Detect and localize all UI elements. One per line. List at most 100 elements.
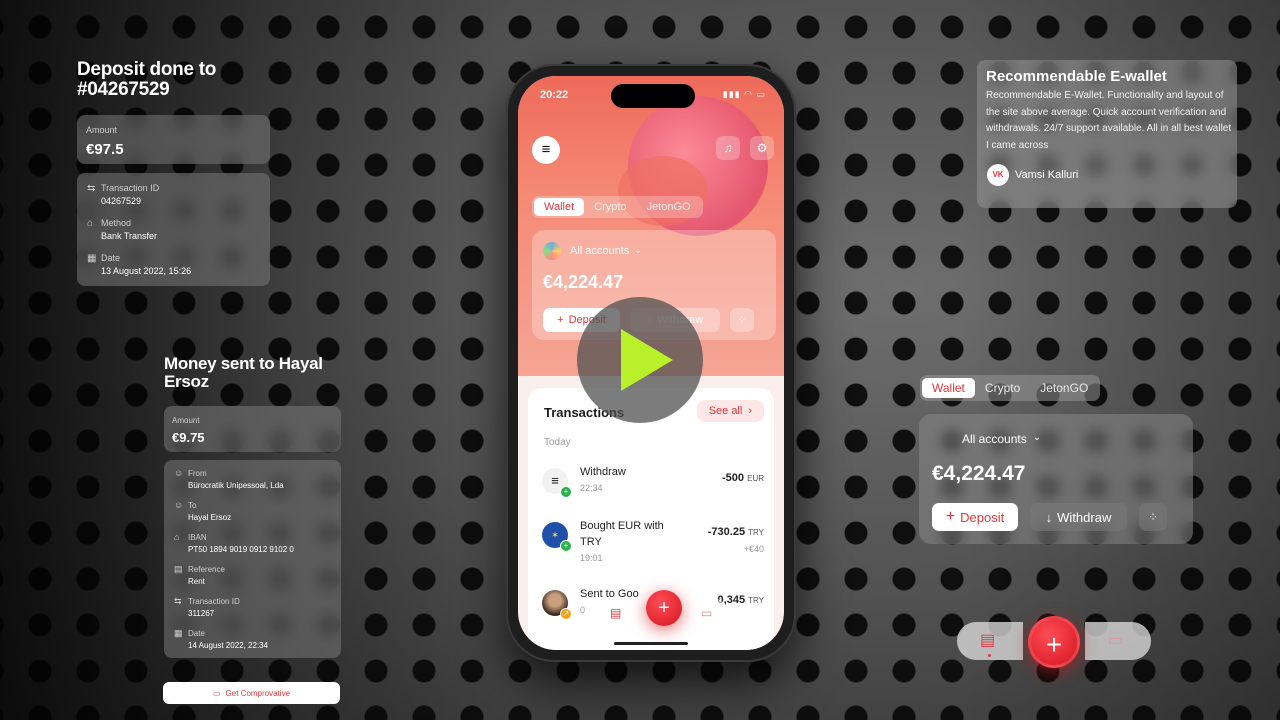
review-body: Recommendable E-Wallet. Functionality an… — [986, 90, 1232, 151]
status-icons: ▮▮▮ ◠ ▭ — [722, 89, 766, 99]
amount-value: €9.75 — [172, 430, 205, 445]
get-comprovative-label: Get Comprovative — [225, 688, 291, 698]
chevron-down-icon: ⌄ — [634, 245, 642, 255]
deposit-amount-card: Amount €97.5 — [77, 115, 270, 164]
scan-button[interactable]: ⁘ — [1139, 503, 1167, 531]
tab-wallet[interactable]: Wallet — [922, 378, 975, 398]
currency-code: TRY — [748, 528, 764, 537]
bell-icon[interactable]: ♫ — [716, 136, 740, 160]
avatar: VK — [987, 164, 1009, 186]
plus-icon: + — [658, 597, 670, 619]
transaction-time: 19:01 — [580, 553, 603, 563]
today-label: Today — [544, 437, 571, 448]
transaction-title: Bought EUR with TRY — [580, 520, 664, 548]
method-value: Bank Transfer — [101, 231, 158, 241]
user-icon: ☺ — [174, 468, 184, 478]
card-tab-icon[interactable]: ▭ — [1108, 630, 1123, 650]
card-tab-icon[interactable]: ▭ — [701, 606, 712, 620]
calendar-icon: ▦ — [174, 628, 183, 638]
floating-tabs: Wallet Crypto JetonGO — [920, 375, 1101, 401]
transaction-row[interactable]: ≡ + Withdraw 22:34 -500 EUR — [542, 464, 764, 514]
amount-value: -500 — [722, 472, 745, 484]
add-button[interactable]: + — [1028, 616, 1080, 668]
transaction-amount: -730.25 TRY +€40 — [708, 526, 764, 554]
tab-wallet[interactable]: Wallet — [534, 198, 585, 216]
play-icon — [621, 329, 673, 391]
accounts-globe-icon — [543, 242, 561, 260]
money-sent-amount-card: Amount €9.75 — [164, 406, 341, 452]
phone-tabs: Wallet Crypto JetonGO — [532, 196, 703, 218]
from-value: Bürocratik Unipessoal, Lda — [188, 481, 284, 490]
transaction-time: 22:34 — [580, 483, 603, 493]
reference-value: Rent — [188, 577, 205, 586]
play-button[interactable] — [577, 297, 703, 423]
chevron-down-icon: ⌄ — [1032, 432, 1042, 443]
chevron-right-icon: › — [748, 405, 752, 417]
accounts-label: All accounts — [962, 432, 1027, 446]
arrow-badge-icon: ↗ — [560, 608, 572, 620]
jeton-logo: ≡ — [532, 136, 560, 164]
scan-icon: ⁘ — [1147, 510, 1159, 524]
converted-amount: +€40 — [743, 544, 764, 554]
reviewer-name: Vamsi Kalluri — [1015, 169, 1079, 181]
date-value: 13 August 2022, 15:26 — [101, 266, 192, 276]
plus-badge-icon: + — [560, 540, 572, 552]
withdraw-label: Withdraw — [1057, 509, 1112, 525]
iban-value: PT50 1894 9019 0912 9102 0 — [188, 545, 294, 554]
to-label: To — [188, 501, 197, 510]
deposit-details-card: ⇆ Transaction ID 04267529 ⌂ Method Bank … — [77, 173, 270, 286]
review-card: Recommendable E-wallet Recommendable E-W… — [977, 60, 1237, 208]
date-label: Date — [188, 629, 205, 638]
plus-icon: + — [945, 508, 956, 525]
transaction-id-value: 04267529 — [101, 196, 142, 206]
calendar-icon: ▦ — [87, 253, 97, 264]
plus-badge-icon: + — [560, 486, 572, 498]
accounts-selector[interactable]: All accounts ⌄ — [570, 245, 642, 257]
deposit-button[interactable]: + Deposit — [932, 503, 1018, 531]
transaction-id-value: 311267 — [188, 609, 215, 618]
tab-crypto[interactable]: Crypto — [584, 198, 636, 216]
see-all-button[interactable]: See all › — [696, 400, 764, 422]
withdraw-button[interactable]: ↓ Withdraw — [1030, 503, 1127, 531]
home-indicator — [614, 642, 688, 645]
transaction-name: Bought EUR with TRY 19:01 — [580, 518, 670, 566]
to-value: Hayal Ersoz — [188, 513, 232, 522]
date-label: Date — [101, 253, 121, 263]
wallet-tab-icon[interactable]: ▤ — [610, 606, 621, 620]
tab-crypto[interactable]: Crypto — [975, 378, 1030, 398]
wallet-tab-icon[interactable]: ▤ — [980, 630, 995, 650]
transfer-icon: ⇆ — [174, 596, 182, 606]
plus-icon: + — [1045, 629, 1063, 660]
currency-code: EUR — [747, 474, 764, 483]
transaction-title: Withdraw — [580, 466, 626, 478]
method-label: Method — [101, 218, 132, 228]
balance-value: €4,224.47 — [932, 462, 1026, 485]
deposit-title: Deposit done to #04267529 — [77, 59, 217, 100]
tab-jetongo[interactable]: JetonGO — [637, 198, 701, 216]
accounts-label: All accounts — [570, 245, 630, 257]
iban-label: IBAN — [188, 533, 207, 542]
money-sent-title: Money sent to Hayal Ersoz — [164, 354, 323, 391]
get-comprovative-button[interactable]: ▭ Get Comprovative — [163, 682, 340, 704]
transaction-id-label: Transaction ID — [188, 597, 240, 606]
transaction-amount: -500 EUR — [722, 472, 764, 484]
active-dot — [988, 654, 991, 657]
deposit-label: Deposit — [960, 509, 1005, 525]
accounts-selector[interactable]: All accounts ⌄ — [962, 432, 1041, 446]
scan-button[interactable]: ⁘ — [730, 308, 754, 332]
add-button[interactable]: + — [646, 590, 682, 626]
bank-icon: ⌂ — [174, 532, 180, 542]
status-time: 20:22 — [540, 89, 569, 101]
amount-label: Amount — [86, 125, 118, 135]
balance-value: €4,224.47 — [543, 272, 624, 292]
transfer-icon: ⇆ — [87, 183, 96, 194]
money-sent-details-card: ☺ From Bürocratik Unipessoal, Lda ☺ To H… — [164, 460, 341, 658]
reference-label: Reference — [188, 565, 225, 574]
tab-jetongo[interactable]: JetonGO — [1030, 378, 1098, 398]
amount-value: €97.5 — [86, 141, 124, 158]
transaction-id-label: Transaction ID — [101, 183, 160, 193]
transaction-row[interactable]: ✶ + Bought EUR with TRY 19:01 -730.25 TR… — [542, 518, 764, 578]
settings-sliders-icon[interactable]: ⚙ — [750, 136, 774, 160]
amount-value: -730.25 — [707, 526, 746, 538]
receipt-icon: ▭ — [212, 688, 221, 698]
